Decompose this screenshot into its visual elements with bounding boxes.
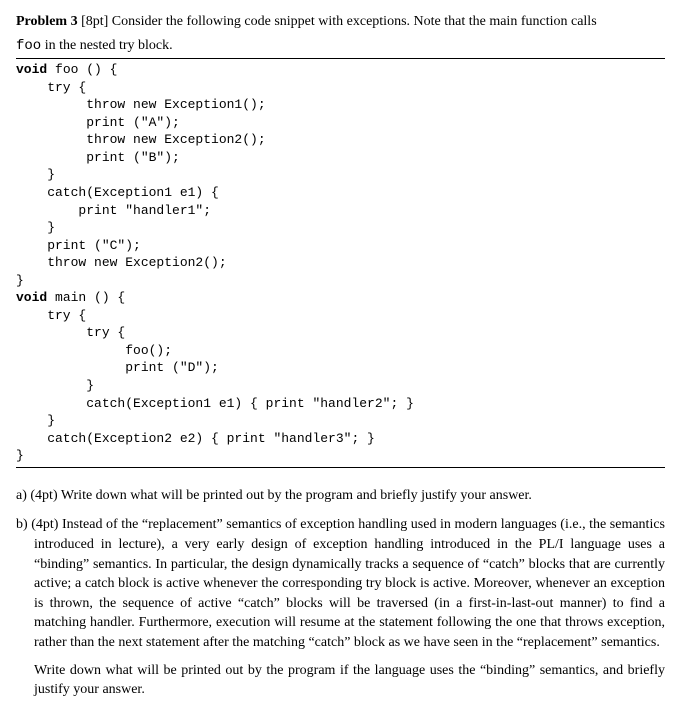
code-line-13: } [16, 273, 24, 288]
question-a: a) (4pt) Write down what will be printed… [34, 486, 665, 506]
code-line-14: main () { [47, 290, 125, 305]
question-b: b) (4pt) Instead of the “replacement” se… [16, 515, 665, 699]
code-line-18: print ("D"); [16, 360, 219, 375]
code-line-2: try { [16, 80, 86, 95]
code-line-5: throw new Exception2(); [16, 132, 266, 147]
problem-header: Problem 3 [8pt] Consider the following c… [16, 12, 665, 32]
code-line-23: } [16, 448, 24, 463]
code-line-22: catch(Exception2 e2) { print "handler3";… [16, 431, 375, 446]
divider-bottom [16, 467, 665, 468]
problem-intro: Consider the following code snippet with… [112, 14, 597, 29]
question-a-label: a) [16, 488, 27, 503]
question-b-followup: Write down what will be printed out by t… [34, 661, 665, 700]
question-b-main: b) (4pt) Instead of the “replacement” se… [34, 515, 665, 652]
problem-title: Problem 3 [16, 14, 78, 29]
divider-top [16, 58, 665, 59]
question-a-points: (4pt) [30, 488, 57, 503]
question-section: a) (4pt) Write down what will be printed… [16, 486, 665, 700]
code-line-17: foo(); [16, 343, 172, 358]
code-line-10: } [16, 220, 55, 235]
code-line-3: throw new Exception1(); [16, 97, 266, 112]
code-line-6: print ("B"); [16, 150, 180, 165]
code-line-7: } [16, 167, 55, 182]
keyword-void-1: void [16, 62, 47, 77]
problem-intro-line2: foo in the nested try block. [16, 36, 665, 57]
code-line-1: foo () { [47, 62, 117, 77]
question-b-text: Instead of the “replacement” semantics o… [34, 517, 665, 650]
code-line-20: catch(Exception1 e1) { print "handler2";… [16, 396, 414, 411]
code-line-4: print ("A"); [16, 115, 180, 130]
code-block: void foo () { try { throw new Exception1… [16, 61, 665, 465]
code-line-19: } [16, 378, 94, 393]
problem-points: [8pt] [81, 14, 108, 29]
code-line-9: print "handler1"; [16, 203, 211, 218]
intro-line2-rest: in the nested try block. [41, 38, 172, 53]
code-line-21: } [16, 413, 55, 428]
code-line-11: print ("C"); [16, 238, 141, 253]
code-line-12: throw new Exception2(); [16, 255, 227, 270]
question-b-points: (4pt) [31, 517, 58, 532]
code-line-15: try { [16, 308, 86, 323]
foo-code-ref: foo [16, 38, 41, 54]
code-line-16: try { [16, 325, 125, 340]
question-b-label: b) [16, 517, 28, 532]
code-line-8: catch(Exception1 e1) { [16, 185, 219, 200]
keyword-void-2: void [16, 290, 47, 305]
question-a-text: Write down what will be printed out by t… [61, 488, 532, 503]
